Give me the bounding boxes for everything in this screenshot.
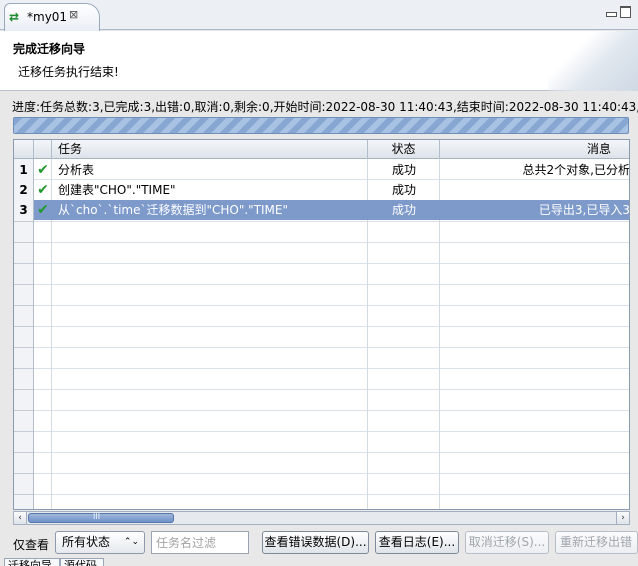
- tab-source-code[interactable]: 源代码: [60, 558, 104, 566]
- success-check-icon: ✔: [37, 182, 49, 198]
- row-number: 3: [14, 200, 34, 220]
- task-name: 创建表"CHO"."TIME": [58, 183, 176, 197]
- table-header: 任务 状态 消息: [14, 140, 629, 159]
- table-row[interactable]: 2 ✔ 创建表"CHO"."TIME" 成功: [14, 180, 629, 200]
- horizontal-scrollbar[interactable]: ‹ III ›: [13, 511, 630, 525]
- grip-icon: III: [93, 512, 101, 521]
- wizard-header: 完成迁移向导 迁移任务执行结束!: [0, 31, 638, 91]
- status-filter-value: 所有状态: [62, 535, 111, 549]
- editor-tab-my01[interactable]: ⇄ *my01 ⊠: [4, 3, 100, 31]
- header-check: [34, 140, 52, 159]
- status-filter-select[interactable]: 所有状态 ⌃⌄: [55, 531, 145, 554]
- bottom-tabbar: 迁移向导 源代码: [0, 558, 638, 566]
- filter-label: 仅查看: [13, 538, 50, 552]
- task-status: 成功: [391, 203, 416, 217]
- retry-failed-button[interactable]: 重新迁移出错: [555, 531, 638, 554]
- header-row-number: [14, 140, 34, 159]
- task-message: [440, 180, 629, 200]
- close-icon[interactable]: ⊠: [69, 9, 81, 21]
- task-status: 成功: [391, 183, 416, 197]
- success-check-icon: ✔: [37, 162, 49, 178]
- table-row-selected[interactable]: 3 ✔ 从`cho`.`time`迁移数据到"CHO"."TIME" 成功 已导…: [14, 200, 629, 220]
- progress-bar: [13, 117, 629, 134]
- view-error-data-button[interactable]: 查看错误数据(D)...: [262, 531, 369, 554]
- task-table: 任务 状态 消息 1 ✔ 分析表 成功 总共2个对象,已分析 2 ✔ 创建表"C…: [13, 139, 630, 510]
- row-number: 1: [14, 160, 34, 180]
- progress-summary: 进度:任务总数:3,已完成:3,出错:0,取消:0,剩余:0,开始时间:2022…: [12, 100, 638, 114]
- task-message: 已导出3,已导入3: [538, 203, 630, 217]
- scroll-thumb[interactable]: III: [28, 512, 174, 523]
- task-name: 从`cho`.`time`迁移数据到"CHO"."TIME": [58, 203, 289, 217]
- minimize-icon[interactable]: [606, 6, 617, 17]
- row-number: 2: [14, 180, 34, 200]
- view-log-button[interactable]: 查看日志(E)...: [375, 531, 459, 554]
- task-name-filter-input[interactable]: [151, 531, 249, 554]
- tab-migration-wizard[interactable]: 迁移向导: [4, 558, 60, 566]
- task-name: 分析表: [58, 163, 95, 177]
- column-header-task[interactable]: 任务: [52, 140, 368, 159]
- editor-tab-title: *my01: [27, 10, 68, 24]
- maximize-icon[interactable]: [620, 6, 631, 18]
- success-check-icon: ✔: [37, 202, 49, 218]
- scroll-left-icon[interactable]: ‹: [14, 512, 27, 524]
- wizard-title: 完成迁移向导: [13, 42, 86, 56]
- task-status: 成功: [391, 163, 416, 177]
- table-row[interactable]: 1 ✔ 分析表 成功 总共2个对象,已分析: [14, 160, 629, 180]
- cancel-migration-button[interactable]: 取消迁移(S)...: [465, 531, 549, 554]
- task-message: 总共2个对象,已分析: [522, 163, 630, 177]
- migration-icon: ⇄: [9, 10, 20, 24]
- column-header-status[interactable]: 状态: [368, 140, 440, 159]
- bottom-toolbar: 仅查看 所有状态 ⌃⌄ 查看错误数据(D)... 查看日志(E)... 取消迁移…: [0, 528, 638, 556]
- column-header-message[interactable]: 消息: [440, 140, 629, 159]
- wizard-description: 迁移任务执行结束!: [18, 65, 119, 79]
- scroll-right-icon[interactable]: ›: [616, 512, 629, 524]
- editor-tabbar: ⇄ *my01 ⊠: [0, 0, 638, 31]
- select-arrows-icon: ⌃⌄: [123, 537, 139, 547]
- header-decoration: [548, 31, 638, 91]
